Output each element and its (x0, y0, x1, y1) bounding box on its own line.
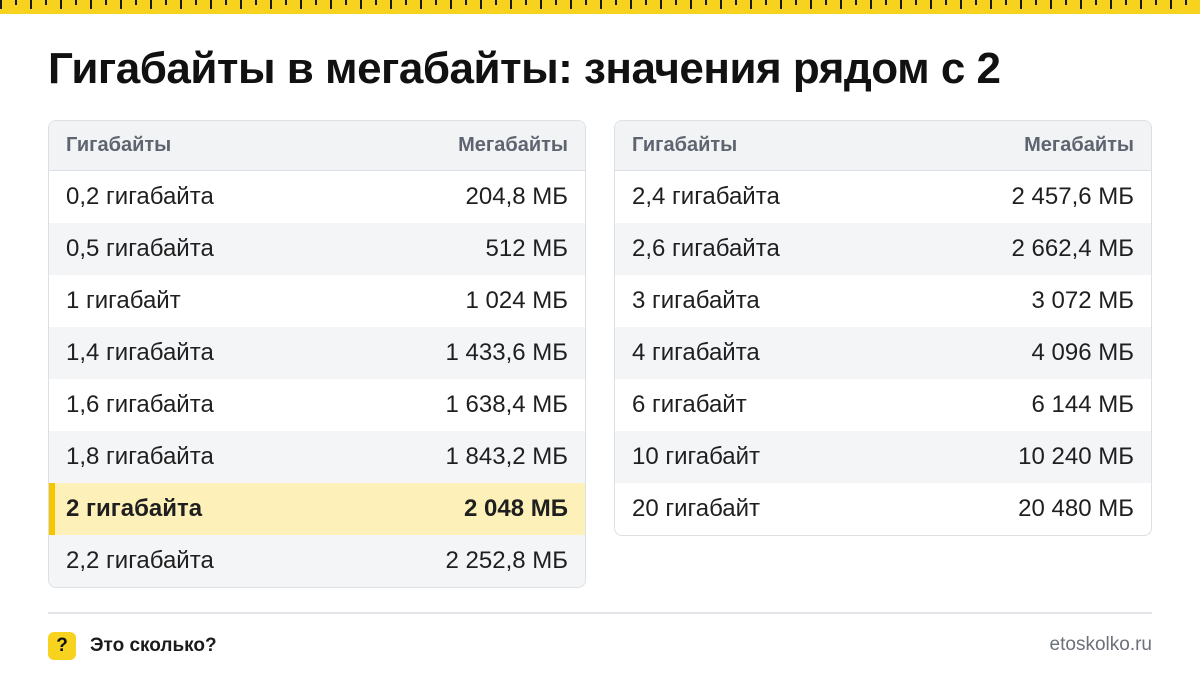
table-row: 1,6 гигабайта 1 638,4 МБ (49, 379, 585, 431)
cell-megabytes: 1 638,4 МБ (445, 391, 568, 418)
table-row: 0,5 гигабайта 512 МБ (49, 223, 585, 275)
cell-gigabytes: 0,2 гигабайта (66, 183, 214, 210)
table-row: 6 гигабайт 6 144 МБ (615, 379, 1151, 431)
site-link[interactable]: etoskolko.ru (1050, 634, 1152, 656)
cell-megabytes: 1 024 МБ (465, 287, 568, 314)
table-row: 2,2 гигабайта 2 252,8 МБ (49, 535, 585, 587)
cell-gigabytes: 1,8 гигабайта (66, 443, 214, 470)
cell-gigabytes: 10 гигабайт (632, 443, 761, 470)
cell-megabytes: 2 048 МБ (464, 495, 568, 522)
table-header: Гигабайты Мегабайты (615, 121, 1151, 171)
brand-logo[interactable]: ? Это сколько? (48, 632, 217, 660)
table-row: 1,4 гигабайта 1 433,6 МБ (49, 327, 585, 379)
cell-gigabytes: 20 гигабайт (632, 495, 761, 522)
cell-gigabytes: 2 гигабайта (66, 495, 203, 522)
conversion-table-left: Гигабайты Мегабайты 0,2 гигабайта 204,8 … (48, 120, 586, 588)
conversion-table-right: Гигабайты Мегабайты 2,4 гигабайта 2 457,… (614, 120, 1152, 536)
column-header-gigabytes: Гигабайты (66, 134, 172, 156)
cell-megabytes: 20 480 МБ (1018, 495, 1134, 522)
table-row: 1 гигабайт 1 024 МБ (49, 275, 585, 327)
table-row: 2,6 гигабайта 2 662,4 МБ (615, 223, 1151, 275)
table-row: 3 гигабайта 3 072 МБ (615, 275, 1151, 327)
cell-megabytes: 1 843,2 МБ (445, 443, 568, 470)
column-header-megabytes: Мегабайты (458, 134, 568, 156)
cell-gigabytes: 0,5 гигабайта (66, 235, 214, 262)
cell-megabytes: 2 662,4 МБ (1011, 235, 1134, 262)
cell-megabytes: 3 072 МБ (1031, 287, 1134, 314)
cell-gigabytes: 6 гигабайт (632, 391, 747, 418)
cell-megabytes: 2 252,8 МБ (445, 547, 568, 574)
cell-megabytes: 10 240 МБ (1018, 443, 1134, 470)
ruler-decoration (0, 0, 1200, 14)
table-row: 2,4 гигабайта 2 457,6 МБ (615, 171, 1151, 223)
table-row: 4 гигабайта 4 096 МБ (615, 327, 1151, 379)
cell-gigabytes: 2,2 гигабайта (66, 547, 214, 574)
table-row: 0,2 гигабайта 204,8 МБ (49, 171, 585, 223)
cell-gigabytes: 4 гигабайта (632, 339, 760, 366)
cell-gigabytes: 1,4 гигабайта (66, 339, 214, 366)
table-header: Гигабайты Мегабайты (49, 121, 585, 171)
cell-gigabytes: 3 гигабайта (632, 287, 760, 314)
column-header-gigabytes: Гигабайты (632, 134, 738, 156)
question-mark-icon: ? (48, 632, 76, 660)
cell-megabytes: 512 МБ (485, 235, 568, 262)
table-row-highlighted: 2 гигабайта 2 048 МБ (49, 483, 585, 535)
brand-name: Это сколько? (90, 635, 217, 656)
table-row: 20 гигабайт 20 480 МБ (615, 483, 1151, 535)
page-title: Гигабайты в мегабайты: значения рядом с … (48, 44, 1001, 93)
table-row: 10 гигабайт 10 240 МБ (615, 431, 1151, 483)
cell-megabytes: 1 433,6 МБ (445, 339, 568, 366)
cell-megabytes: 204,8 МБ (465, 183, 568, 210)
cell-gigabytes: 1,6 гигабайта (66, 391, 214, 418)
cell-gigabytes: 2,4 гигабайта (632, 183, 780, 210)
table-row: 1,8 гигабайта 1 843,2 МБ (49, 431, 585, 483)
cell-gigabytes: 2,6 гигабайта (632, 235, 780, 262)
footer-divider (48, 612, 1152, 614)
cell-megabytes: 4 096 МБ (1031, 339, 1134, 366)
column-header-megabytes: Мегабайты (1024, 134, 1134, 156)
cell-megabytes: 2 457,6 МБ (1011, 183, 1134, 210)
cell-megabytes: 6 144 МБ (1031, 391, 1134, 418)
cell-gigabytes: 1 гигабайт (66, 287, 181, 314)
